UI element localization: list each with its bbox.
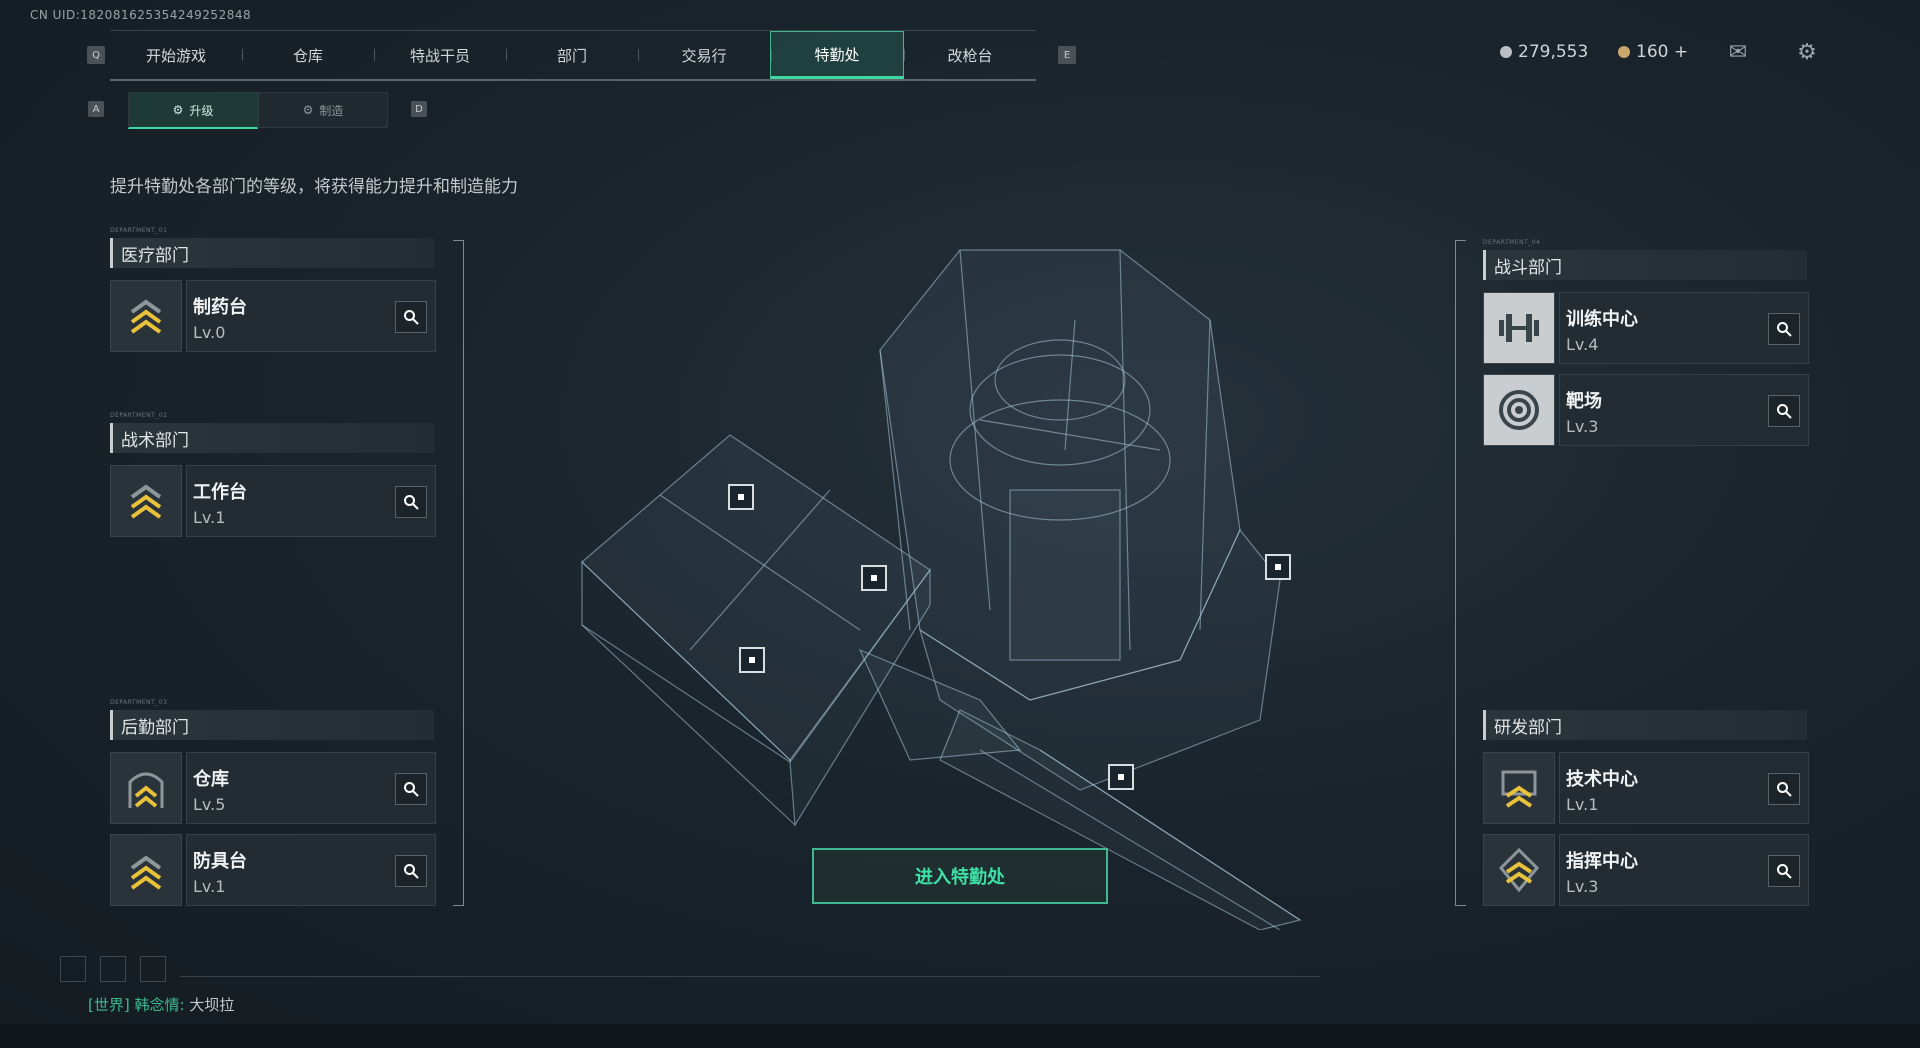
mail-icon[interactable]: ✉ <box>1725 40 1751 65</box>
search-icon[interactable] <box>1768 313 1800 345</box>
tab-operators[interactable]: 特战干员 <box>374 31 506 79</box>
silver-coin-icon <box>1500 46 1512 58</box>
dept-tactical-title: 战术部门 <box>110 423 434 453</box>
chat-user: 韩念情: <box>134 996 185 1014</box>
gold-coin-icon <box>1618 46 1630 58</box>
gear-icon[interactable]: ⚙ <box>1794 40 1820 65</box>
tab-special-ops[interactable]: 特勤处 <box>770 31 904 79</box>
facility-blueprint <box>581 249 1302 930</box>
facility-card-workbench[interactable]: 工作台 Lv.1 <box>110 465 436 537</box>
dept-logistics-tag: DEPARTMENT_03 <box>110 699 168 706</box>
facility-card-command-center[interactable]: 指挥中心 Lv.3 <box>1483 834 1809 906</box>
tab-warehouse[interactable]: 仓库 <box>242 31 374 79</box>
dept-tactical-tag: DEPARTMENT_02 <box>110 412 168 419</box>
gold-amount: 160 + <box>1636 42 1689 62</box>
tab-departments[interactable]: 部门 <box>506 31 638 79</box>
workbench-icon <box>110 465 182 537</box>
warehouse-icon <box>110 752 182 824</box>
search-icon[interactable] <box>395 773 427 805</box>
subnav-prev-key[interactable]: A <box>88 101 104 117</box>
dept-combat-title: 战斗部门 <box>1483 250 1807 280</box>
tech-center-icon <box>1483 752 1555 824</box>
bottom-divider <box>180 976 1320 977</box>
search-icon[interactable] <box>1768 855 1800 887</box>
subtab-craft-label: 制造 <box>319 103 344 118</box>
facility-card-warehouse[interactable]: 仓库 Lv.5 <box>110 752 436 824</box>
facility-card-pharmacy[interactable]: 制药台 Lv.0 <box>110 280 436 352</box>
tab-start-game[interactable]: 开始游戏 <box>110 31 242 79</box>
silver-currency: 279,553 <box>1500 42 1588 62</box>
gold-currency[interactable]: 160 + <box>1618 42 1688 62</box>
dept-combat-tag: DEPARTMENT_04 <box>1483 239 1541 246</box>
armor-bench-icon <box>110 834 182 906</box>
craft-icon: ⚙ <box>302 103 314 117</box>
chat-line[interactable]: [世界] 韩念情: 大坝拉 <box>88 994 234 1015</box>
top-nav: 开始游戏 仓库 特战干员 部门 交易行 特勤处 改枪台 <box>110 30 1036 81</box>
silver-amount: 279,553 <box>1518 42 1589 62</box>
left-bracket <box>453 240 464 906</box>
command-center-icon <box>1483 834 1555 906</box>
facility-card-tech-center[interactable]: 技术中心 Lv.1 <box>1483 752 1809 824</box>
subnav-next-key[interactable]: D <box>411 101 427 117</box>
dumbbell-icon <box>1483 292 1555 364</box>
nav-next-key[interactable]: E <box>1058 46 1076 64</box>
search-icon[interactable] <box>395 301 427 333</box>
facility-card-shooting-range[interactable]: 靶场 Lv.3 <box>1483 374 1809 446</box>
upgrade-icon: ⚙ <box>172 103 184 117</box>
uid-label: CN UID:18208162535424925284​8 <box>30 8 252 22</box>
nav-prev-key[interactable]: Q <box>87 46 105 64</box>
dept-research-title: 研发部门 <box>1483 710 1807 740</box>
dept-logistics-title: 后勤部门 <box>110 710 434 740</box>
search-icon[interactable] <box>1768 395 1800 427</box>
page-description: 提升特勤处各部门的等级，将获得能力提升和制造能力 <box>110 177 518 197</box>
dept-medical-tag: DEPARTMENT_01 <box>110 227 168 234</box>
tab-market[interactable]: 交易行 <box>638 31 770 79</box>
chat-message: 大坝拉 <box>189 996 235 1014</box>
facility-card-training-center[interactable]: 训练中心 Lv.4 <box>1483 292 1809 364</box>
sub-tabs: ⚙ 升级 ⚙ 制造 <box>128 92 388 129</box>
subtab-upgrade[interactable]: ⚙ 升级 <box>128 92 258 129</box>
dept-medical-title: 医疗部门 <box>110 238 434 268</box>
search-icon[interactable] <box>395 486 427 518</box>
right-bracket <box>1455 240 1466 906</box>
enter-special-ops-button[interactable]: 进入特勤处 <box>812 848 1108 904</box>
bottom-bar <box>0 1024 1920 1048</box>
pharmacy-icon <box>110 280 182 352</box>
subtab-craft[interactable]: ⚙ 制造 <box>258 92 388 128</box>
target-icon <box>1483 374 1555 446</box>
chat-channel: [世界] <box>88 996 130 1014</box>
bottom-slots <box>60 956 166 982</box>
subtab-upgrade-label: 升级 <box>189 103 214 118</box>
search-icon[interactable] <box>1768 773 1800 805</box>
facility-card-armor-bench[interactable]: 防具台 Lv.1 <box>110 834 436 906</box>
tab-gunsmith[interactable]: 改枪台 <box>904 31 1036 79</box>
search-icon[interactable] <box>395 855 427 887</box>
